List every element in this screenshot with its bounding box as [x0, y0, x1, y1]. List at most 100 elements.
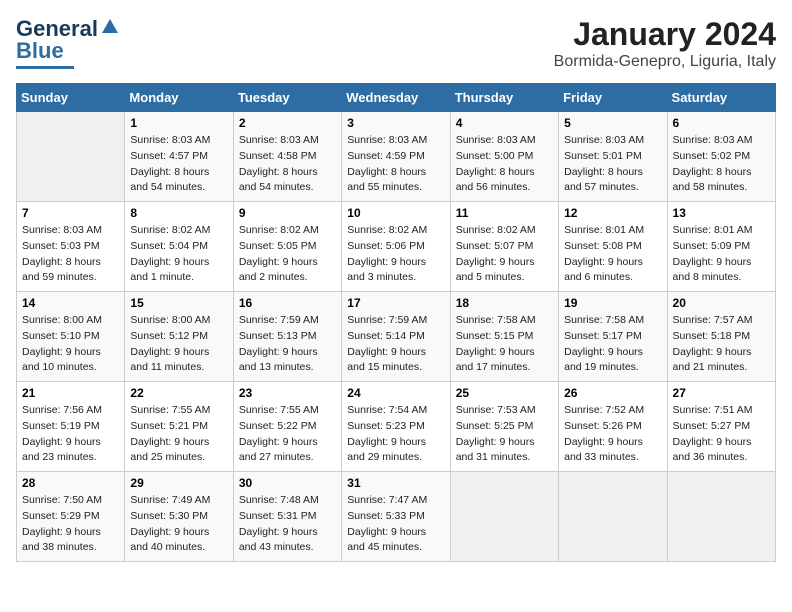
- calendar-cell: 31 Sunrise: 7:47 AMSunset: 5:33 PMDayligh…: [342, 472, 450, 562]
- day-info: Sunrise: 8:00 AMSunset: 5:12 PMDaylight:…: [130, 313, 227, 376]
- day-info: Sunrise: 7:51 AMSunset: 5:27 PMDaylight:…: [673, 403, 770, 466]
- calendar-cell: 15 Sunrise: 8:00 AMSunset: 5:12 PMDayligh…: [125, 292, 233, 382]
- day-number: 13: [673, 206, 770, 220]
- day-number: 6: [673, 116, 770, 130]
- day-info: Sunrise: 7:54 AMSunset: 5:23 PMDaylight:…: [347, 403, 444, 466]
- title-block: January 2024 Bormida-Genepro, Liguria, I…: [554, 16, 776, 71]
- day-number: 1: [130, 116, 227, 130]
- calendar-week-row: 21 Sunrise: 7:56 AMSunset: 5:19 PMDayligh…: [17, 382, 776, 472]
- calendar-cell: 6 Sunrise: 8:03 AMSunset: 5:02 PMDaylight…: [667, 112, 775, 202]
- day-info: Sunrise: 7:52 AMSunset: 5:26 PMDaylight:…: [564, 403, 661, 466]
- day-info: Sunrise: 8:01 AMSunset: 5:09 PMDaylight:…: [673, 223, 770, 286]
- day-number: 8: [130, 206, 227, 220]
- logo-blue: Blue: [16, 38, 64, 64]
- calendar-cell: 20Sunrise: 7:57 AMSunset: 5:18 PMDayligh…: [667, 292, 775, 382]
- calendar-cell: 1Sunrise: 8:03 AMSunset: 4:57 PMDaylight…: [125, 112, 233, 202]
- day-info: Sunrise: 8:03 AMSunset: 4:59 PMDaylight:…: [347, 133, 444, 196]
- day-info: Sunrise: 8:01 AMSunset: 5:08 PMDaylight:…: [564, 223, 661, 286]
- day-number: 21: [22, 386, 119, 400]
- calendar-cell: 5Sunrise: 8:03 AMSunset: 5:01 PMDaylight…: [559, 112, 667, 202]
- calendar-cell: 8Sunrise: 8:02 AMSunset: 5:04 PMDaylight…: [125, 202, 233, 292]
- day-number: 25: [456, 386, 553, 400]
- calendar-cell: 19 Sunrise: 7:58 AMSunset: 5:17 PMDayligh…: [559, 292, 667, 382]
- calendar-cell: 16Sunrise: 7:59 AMSunset: 5:13 PMDayligh…: [233, 292, 341, 382]
- day-number: 18: [456, 296, 553, 310]
- day-info: Sunrise: 7:49 AMSunset: 5:30 PMDaylight:…: [130, 493, 227, 556]
- day-number: 26: [564, 386, 661, 400]
- calendar-week-row: 7 Sunrise: 8:03 AMSunset: 5:03 PMDaylight…: [17, 202, 776, 292]
- logo-underline: [16, 66, 74, 69]
- calendar-week-row: 1Sunrise: 8:03 AMSunset: 4:57 PMDaylight…: [17, 112, 776, 202]
- calendar-cell: 25Sunrise: 7:53 AMSunset: 5:25 PMDayligh…: [450, 382, 558, 472]
- day-number: 10: [347, 206, 444, 220]
- weekday-header: Friday: [559, 84, 667, 112]
- day-info: Sunrise: 7:50 AMSunset: 5:29 PMDaylight:…: [22, 493, 119, 556]
- day-number: 14: [22, 296, 119, 310]
- day-number: 19: [564, 296, 661, 310]
- day-info: Sunrise: 7:48 AMSunset: 5:31 PMDaylight:…: [239, 493, 336, 556]
- logo: General Blue: [16, 16, 120, 69]
- day-info: Sunrise: 7:57 AMSunset: 5:18 PMDaylight:…: [673, 313, 770, 376]
- day-info: Sunrise: 7:56 AMSunset: 5:19 PMDaylight:…: [22, 403, 119, 466]
- weekday-header: Sunday: [17, 84, 125, 112]
- day-number: 30: [239, 476, 336, 490]
- day-number: 31: [347, 476, 444, 490]
- day-number: 29: [130, 476, 227, 490]
- calendar-week-row: 14 Sunrise: 8:00 AMSunset: 5:10 PMDayligh…: [17, 292, 776, 382]
- calendar-header-row: SundayMondayTuesdayWednesdayThursdayFrid…: [17, 84, 776, 112]
- day-number: 3: [347, 116, 444, 130]
- calendar-cell: 9 Sunrise: 8:02 AMSunset: 5:05 PMDaylight…: [233, 202, 341, 292]
- day-info: Sunrise: 7:55 AMSunset: 5:22 PMDaylight:…: [239, 403, 336, 466]
- month-title: January 2024: [554, 16, 776, 53]
- day-number: 16: [239, 296, 336, 310]
- day-number: 9: [239, 206, 336, 220]
- day-number: 11: [456, 206, 553, 220]
- day-number: 12: [564, 206, 661, 220]
- day-info: Sunrise: 7:59 AMSunset: 5:14 PMDaylight:…: [347, 313, 444, 376]
- day-number: 24: [347, 386, 444, 400]
- day-info: Sunrise: 7:58 AMSunset: 5:17 PMDaylight:…: [564, 313, 661, 376]
- day-info: Sunrise: 8:03 AMSunset: 5:03 PMDaylight:…: [22, 223, 119, 286]
- calendar-cell: 21 Sunrise: 7:56 AMSunset: 5:19 PMDayligh…: [17, 382, 125, 472]
- calendar-cell: 30 Sunrise: 7:48 AMSunset: 5:31 PMDayligh…: [233, 472, 341, 562]
- day-info: Sunrise: 7:47 AMSunset: 5:33 PMDaylight:…: [347, 493, 444, 556]
- day-number: 27: [673, 386, 770, 400]
- day-number: 7: [22, 206, 119, 220]
- calendar-cell: 24 Sunrise: 7:54 AMSunset: 5:23 PMDayligh…: [342, 382, 450, 472]
- calendar-cell: 10 Sunrise: 8:02 AMSunset: 5:06 PMDayligh…: [342, 202, 450, 292]
- day-info: Sunrise: 8:03 AMSunset: 5:02 PMDaylight:…: [673, 133, 770, 196]
- calendar-cell: [17, 112, 125, 202]
- calendar-cell: 26 Sunrise: 7:52 AMSunset: 5:26 PMDayligh…: [559, 382, 667, 472]
- calendar-week-row: 28 Sunrise: 7:50 AMSunset: 5:29 PMDayligh…: [17, 472, 776, 562]
- logo-icon: [100, 17, 120, 37]
- page-header: General Blue January 2024 Bormida-Genepr…: [16, 16, 776, 71]
- calendar-cell: 12 Sunrise: 8:01 AMSunset: 5:08 PMDayligh…: [559, 202, 667, 292]
- calendar-cell: [450, 472, 558, 562]
- calendar-cell: 11Sunrise: 8:02 AMSunset: 5:07 PMDayligh…: [450, 202, 558, 292]
- calendar-cell: 22Sunrise: 7:55 AMSunset: 5:21 PMDayligh…: [125, 382, 233, 472]
- day-number: 15: [130, 296, 227, 310]
- calendar-cell: [559, 472, 667, 562]
- calendar-cell: 14 Sunrise: 8:00 AMSunset: 5:10 PMDayligh…: [17, 292, 125, 382]
- day-number: 4: [456, 116, 553, 130]
- location: Bormida-Genepro, Liguria, Italy: [554, 53, 776, 71]
- day-info: Sunrise: 8:00 AMSunset: 5:10 PMDaylight:…: [22, 313, 119, 376]
- day-number: 17: [347, 296, 444, 310]
- calendar-cell: 23Sunrise: 7:55 AMSunset: 5:22 PMDayligh…: [233, 382, 341, 472]
- calendar-cell: 29 Sunrise: 7:49 AMSunset: 5:30 PMDayligh…: [125, 472, 233, 562]
- day-number: 5: [564, 116, 661, 130]
- day-number: 28: [22, 476, 119, 490]
- weekday-header: Saturday: [667, 84, 775, 112]
- day-info: Sunrise: 8:02 AMSunset: 5:05 PMDaylight:…: [239, 223, 336, 286]
- weekday-header: Thursday: [450, 84, 558, 112]
- day-info: Sunrise: 8:03 AMSunset: 4:58 PMDaylight:…: [239, 133, 336, 196]
- day-number: 2: [239, 116, 336, 130]
- calendar-cell: 7 Sunrise: 8:03 AMSunset: 5:03 PMDaylight…: [17, 202, 125, 292]
- day-info: Sunrise: 8:03 AMSunset: 5:00 PMDaylight:…: [456, 133, 553, 196]
- calendar-cell: 18Sunrise: 7:58 AMSunset: 5:15 PMDayligh…: [450, 292, 558, 382]
- calendar-cell: 2 Sunrise: 8:03 AMSunset: 4:58 PMDaylight…: [233, 112, 341, 202]
- day-info: Sunrise: 8:02 AMSunset: 5:06 PMDaylight:…: [347, 223, 444, 286]
- calendar-cell: 17 Sunrise: 7:59 AMSunset: 5:14 PMDayligh…: [342, 292, 450, 382]
- calendar-cell: 27 Sunrise: 7:51 AMSunset: 5:27 PMDayligh…: [667, 382, 775, 472]
- calendar-cell: [667, 472, 775, 562]
